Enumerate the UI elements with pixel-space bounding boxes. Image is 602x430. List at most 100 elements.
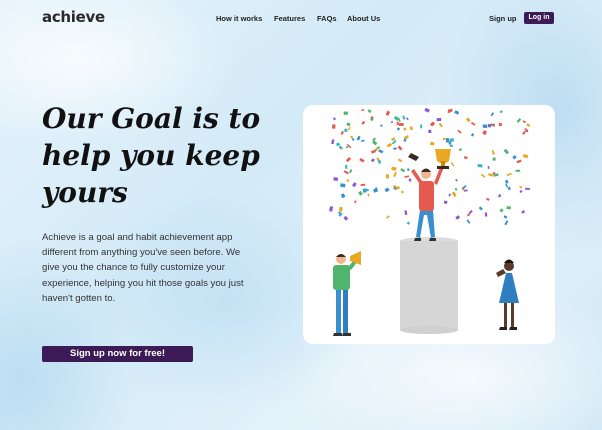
confetti-piece [466, 219, 471, 224]
hero-title: Our Goal is to help you keep yours [42, 102, 261, 209]
confetti-piece [340, 183, 346, 188]
confetti-piece [482, 124, 488, 128]
confetti-piece [386, 215, 390, 219]
confetti-piece [378, 160, 381, 164]
confetti-piece [454, 110, 460, 115]
confetti-piece [404, 175, 410, 178]
confetti-piece [361, 109, 365, 111]
confetti-piece [343, 170, 349, 175]
confetti-piece [438, 122, 443, 128]
confetti-piece [506, 206, 511, 210]
confetti-piece [429, 141, 435, 146]
confetti-piece [522, 153, 529, 159]
confetti-piece [506, 172, 512, 177]
confetti-piece [516, 159, 522, 164]
confetti-piece [448, 141, 452, 145]
confetti-piece [391, 166, 397, 171]
confetti-piece [354, 200, 357, 204]
nav-about-us[interactable]: About Us [347, 14, 380, 23]
confetti-piece [340, 193, 346, 199]
confetti-piece [390, 120, 394, 124]
confetti-piece [360, 139, 365, 142]
confetti-piece [480, 173, 486, 178]
confetti-piece [385, 174, 390, 179]
confetti-piece [409, 126, 413, 131]
trophy-icon [408, 149, 451, 169]
confetti-piece [335, 142, 341, 147]
confetti-piece [397, 158, 403, 163]
confetti-piece [445, 138, 449, 143]
confetti-piece [490, 112, 495, 117]
confetti-piece [367, 109, 372, 114]
confetti-piece [340, 131, 344, 135]
man-with-megaphone [333, 254, 358, 336]
confetti-piece [352, 182, 357, 188]
confetti-piece [346, 179, 350, 183]
confetti-piece [408, 178, 412, 182]
confetti-piece [504, 220, 509, 226]
confetti-piece [372, 140, 378, 146]
confetti-piece [331, 139, 335, 145]
confetti-piece [522, 130, 526, 135]
confetti-piece [406, 221, 411, 225]
confetti-piece [457, 129, 462, 134]
confetti-piece [343, 111, 348, 115]
confetti-piece [420, 124, 423, 129]
confetti-piece [488, 173, 494, 177]
confetti-piece [455, 178, 458, 182]
confetti-piece [482, 130, 487, 136]
confetti-piece [487, 123, 492, 128]
confetti-piece [329, 206, 334, 212]
confetti-piece [525, 187, 530, 191]
confetti-piece [515, 169, 521, 172]
log-in-button[interactable]: Log in [524, 12, 554, 24]
confetti-piece [516, 118, 522, 123]
confetti-piece [345, 164, 348, 170]
confetti-piece [442, 137, 446, 141]
confetti-piece [396, 121, 399, 126]
confetti-piece [385, 110, 391, 116]
nav-faqs[interactable]: FAQs [317, 14, 337, 23]
confetti-piece [521, 209, 526, 214]
top-navigation: achieve How it works Features FAQs About… [0, 0, 602, 36]
woman-in-dress [496, 259, 519, 330]
nav-how-it-works[interactable]: How it works [216, 14, 262, 23]
sign-up-free-button[interactable]: Sign up now for free! [42, 346, 193, 362]
confetti-piece [402, 115, 406, 120]
confetti-piece [491, 149, 495, 154]
confetti-piece [443, 200, 448, 205]
confetti-piece [376, 146, 381, 150]
confetti-piece [397, 145, 403, 151]
confetti-piece [428, 129, 432, 133]
nav-features[interactable]: Features [274, 14, 305, 23]
confetti-piece [395, 186, 400, 190]
confetti-piece [346, 145, 349, 149]
hero-description: Achieve is a goal and habit achievement … [42, 232, 244, 304]
confetti-piece [449, 144, 453, 148]
podium-icon [400, 237, 458, 334]
confetti-piece [503, 148, 510, 155]
confetti-piece [455, 215, 461, 220]
confetti-piece [519, 189, 523, 194]
confetti-piece [484, 212, 488, 217]
confetti-piece [486, 197, 490, 201]
confetti-piece [405, 117, 409, 121]
confetti-piece [401, 190, 404, 194]
achieve-logo[interactable]: achieve [42, 8, 105, 26]
confetti-piece [333, 177, 339, 182]
confetti-piece [347, 126, 351, 131]
confetti-piece [393, 171, 398, 178]
confetti-piece [380, 124, 383, 127]
confetti-piece [350, 135, 353, 139]
confetti-piece [384, 187, 390, 193]
confetti-piece [470, 122, 476, 126]
confetti-piece [450, 162, 455, 167]
confetti-piece [492, 123, 495, 127]
sign-up-link[interactable]: Sign up [489, 14, 517, 23]
confetti-piece [359, 158, 365, 163]
confetti-piece [331, 124, 336, 129]
celebration-scene [329, 107, 531, 336]
winner-person [411, 165, 444, 241]
confetti-piece [356, 135, 361, 141]
confetti-piece [519, 185, 523, 189]
